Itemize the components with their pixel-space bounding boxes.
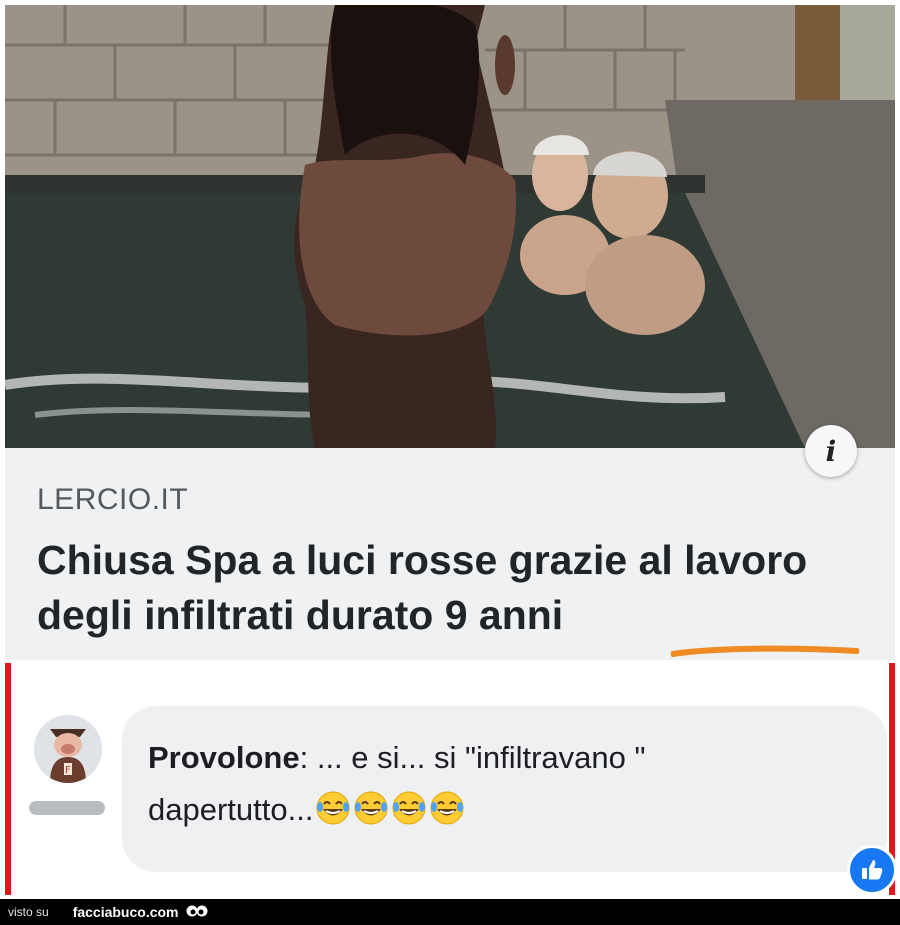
emoji-row xyxy=(313,791,465,827)
comment-bubble[interactable]: Provolone: ... e si... si "infiltravano … xyxy=(122,706,887,872)
article-source: LERCIO.IT xyxy=(37,483,189,516)
comment-text: Provolone: ... e si... si "infiltravano … xyxy=(148,732,808,836)
avatar-username-redacted xyxy=(29,801,105,815)
cartoon-avatar-icon: F xyxy=(34,715,102,783)
spa-pool-illustration xyxy=(5,5,895,448)
svg-text:F: F xyxy=(65,765,71,776)
laughing-tears-emoji xyxy=(354,791,388,825)
red-highlight-border-left xyxy=(5,663,11,895)
laughing-tears-emoji xyxy=(392,791,426,825)
footer-site-link[interactable]: facciabuco.com xyxy=(73,904,179,920)
laughing-tears-emoji xyxy=(316,791,350,825)
info-icon-glyph: i xyxy=(825,434,837,468)
article-photo[interactable] xyxy=(5,5,895,448)
laughing-tears-emoji xyxy=(430,791,464,825)
facciabuco-eyes-logo-icon xyxy=(186,905,208,917)
orange-underline-annotation xyxy=(671,645,859,657)
article-headline[interactable]: Chiusa Spa a luci rosse grazie al lavoro… xyxy=(37,533,877,643)
thumbs-up-glyph xyxy=(862,860,883,880)
comment-separator: : xyxy=(299,740,317,775)
footer-prefix: visto su xyxy=(8,905,49,919)
link-preview-card[interactable]: i LERCIO.IT Chiusa Spa a luci rosse graz… xyxy=(5,5,895,660)
avatar[interactable]: F xyxy=(34,715,102,783)
thumbs-up-icon[interactable] xyxy=(847,845,897,895)
watermark-footer: visto su facciabuco.com xyxy=(0,899,900,925)
comment-section: F Provolone: ... e si... si "infiltravan… xyxy=(5,663,897,895)
info-icon[interactable]: i xyxy=(805,425,857,477)
comment-author[interactable]: Provolone xyxy=(148,740,300,775)
